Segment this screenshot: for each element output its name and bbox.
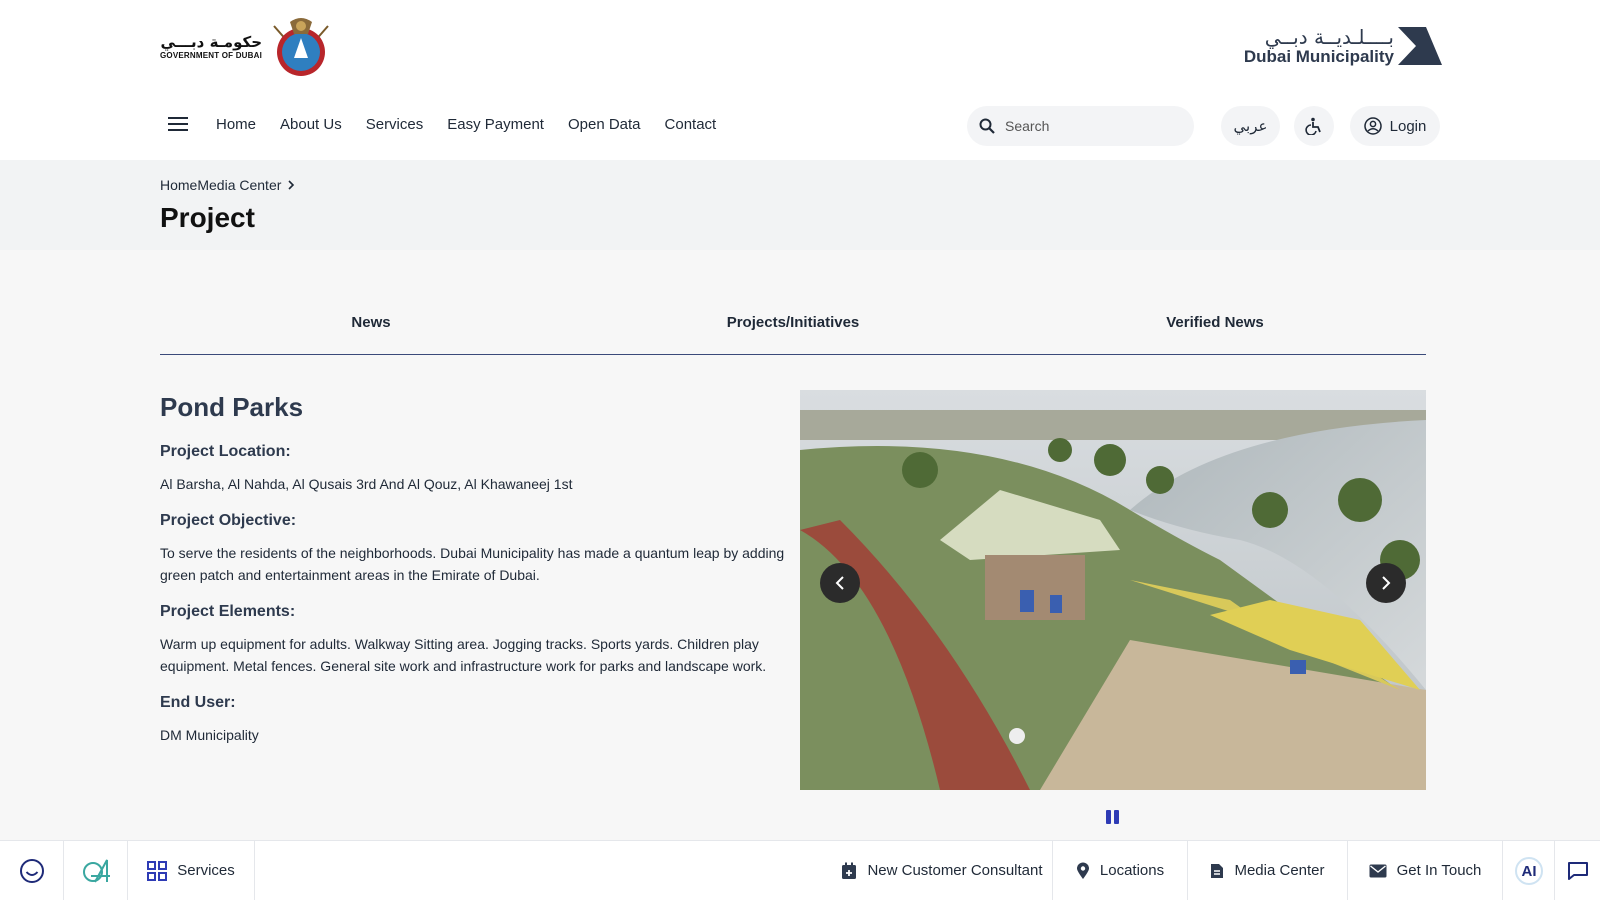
main-content: News Projects/Initiatives Verified News … [0,250,1600,840]
nav-home[interactable]: Home [216,116,256,133]
calendar-add-icon [842,862,857,879]
carousel-pause-button[interactable] [1104,810,1120,826]
ai-assistant-icon: AI [1514,856,1543,885]
ai-label: AI [1521,863,1536,880]
language-toggle-button[interactable]: عربي [1221,106,1280,146]
breadcrumb-link[interactable]: HomeMedia Center [160,177,281,193]
end-user-body: DM Municipality [160,726,259,743]
objective-body: To serve the residents of the neighborho… [160,544,785,584]
ai-assistant-button[interactable]: AI [1503,841,1555,900]
map-pin-icon [1076,862,1089,879]
gov-logo-arabic: حكومـة دبـــي [160,32,263,51]
partner-logo-icon [82,859,110,882]
page-title: Project [160,202,255,233]
chat-button[interactable] [1555,841,1600,900]
nav-services[interactable]: Services [366,116,424,133]
chat-bubble-icon [1567,861,1588,880]
project-image-carousel [800,390,1426,790]
elements-heading: Project Elements: [160,602,296,620]
location-heading: Project Location: [160,443,291,460]
get-in-touch-label: Get In Touch [1396,862,1482,879]
page-title-band: HomeMedia Center Project [0,160,1600,250]
mail-icon [1369,864,1387,877]
project-details: Pond Parks Project Location: Al Barsha, … [160,390,790,762]
locations-button[interactable]: Locations [1053,841,1188,900]
dm-logo-english: Dubai Municipality [1243,47,1394,66]
media-center-button[interactable]: Media Center [1188,841,1348,900]
location-body: Al Barsha, Al Nahda, Al Qusais 3rd And A… [160,476,573,492]
bottom-quick-bar: Services New Customer Consultant Locatio… [0,840,1600,900]
tab-projects-initiatives[interactable]: Projects/Initiatives [582,310,1004,354]
document-icon [1211,863,1224,878]
chevron-right-icon [288,180,295,190]
project-name: Pond Parks [160,392,304,422]
park-photo [800,390,1426,790]
end-user-heading: End User: [160,693,236,711]
dm-logo-arabic: بــــلـديــة دبــي [1264,25,1394,49]
wheelchair-icon [1305,117,1321,135]
smiley-icon [19,858,44,883]
login-label: Login [1389,117,1427,135]
carousel-prev-button[interactable] [820,563,860,603]
carousel-next-button[interactable] [1366,563,1406,603]
elements-body: Warm up equipment for adults. Walkway Si… [160,635,767,675]
services-quick-button[interactable]: Services [128,841,255,900]
tab-verified-news[interactable]: Verified News [1004,310,1426,354]
chevron-left-icon [835,576,844,590]
gov-logo-english: GOVERNMENT OF DUBAI [160,50,263,60]
get-in-touch-button[interactable]: Get In Touch [1348,841,1503,900]
accessibility-button[interactable] [1294,106,1334,146]
nav-about-us[interactable]: About Us [280,116,342,133]
nav-open-data[interactable]: Open Data [568,116,641,133]
grid-icon [147,860,168,881]
feedback-smiley-button[interactable] [0,841,64,900]
dubai-emblem-icon [273,18,329,76]
nav-contact[interactable]: Contact [665,116,717,133]
breadcrumb: HomeMedia Center [160,177,295,193]
new-customer-consultant-button[interactable]: New Customer Consultant [832,841,1053,900]
search-box [967,106,1194,146]
dm-arrow-mark-icon [1398,27,1442,65]
login-button[interactable]: Login [1350,106,1440,146]
chevron-right-icon [1382,576,1391,590]
partner-logo-button[interactable] [64,841,128,900]
objective-heading: Project Objective: [160,511,297,529]
search-icon [979,118,995,134]
government-of-dubai-logo[interactable]: حكومـة دبـــي GOVERNMENT OF DUBAI [160,12,334,80]
media-center-label: Media Center [1234,862,1325,879]
dubai-municipality-logo[interactable]: بــــلـديــة دبــي Dubai Municipality [1244,26,1442,66]
hamburger-menu-button[interactable] [160,106,196,142]
main-navigation: Home About Us Services Easy Payment Open… [160,104,740,144]
user-circle-icon [1363,117,1382,135]
consultant-label: New Customer Consultant [867,862,1043,879]
nav-easy-payment[interactable]: Easy Payment [447,116,544,133]
site-header: حكومـة دبـــي GOVERNMENT OF DUBAI بــــل… [0,0,1600,160]
media-tabs: News Projects/Initiatives Verified News [160,310,1426,355]
tab-news[interactable]: News [160,310,582,354]
search-input[interactable] [1005,118,1175,134]
pause-icon [1105,810,1111,824]
locations-label: Locations [1099,862,1165,879]
hamburger-icon [168,117,188,131]
services-quick-label: Services [177,862,235,879]
